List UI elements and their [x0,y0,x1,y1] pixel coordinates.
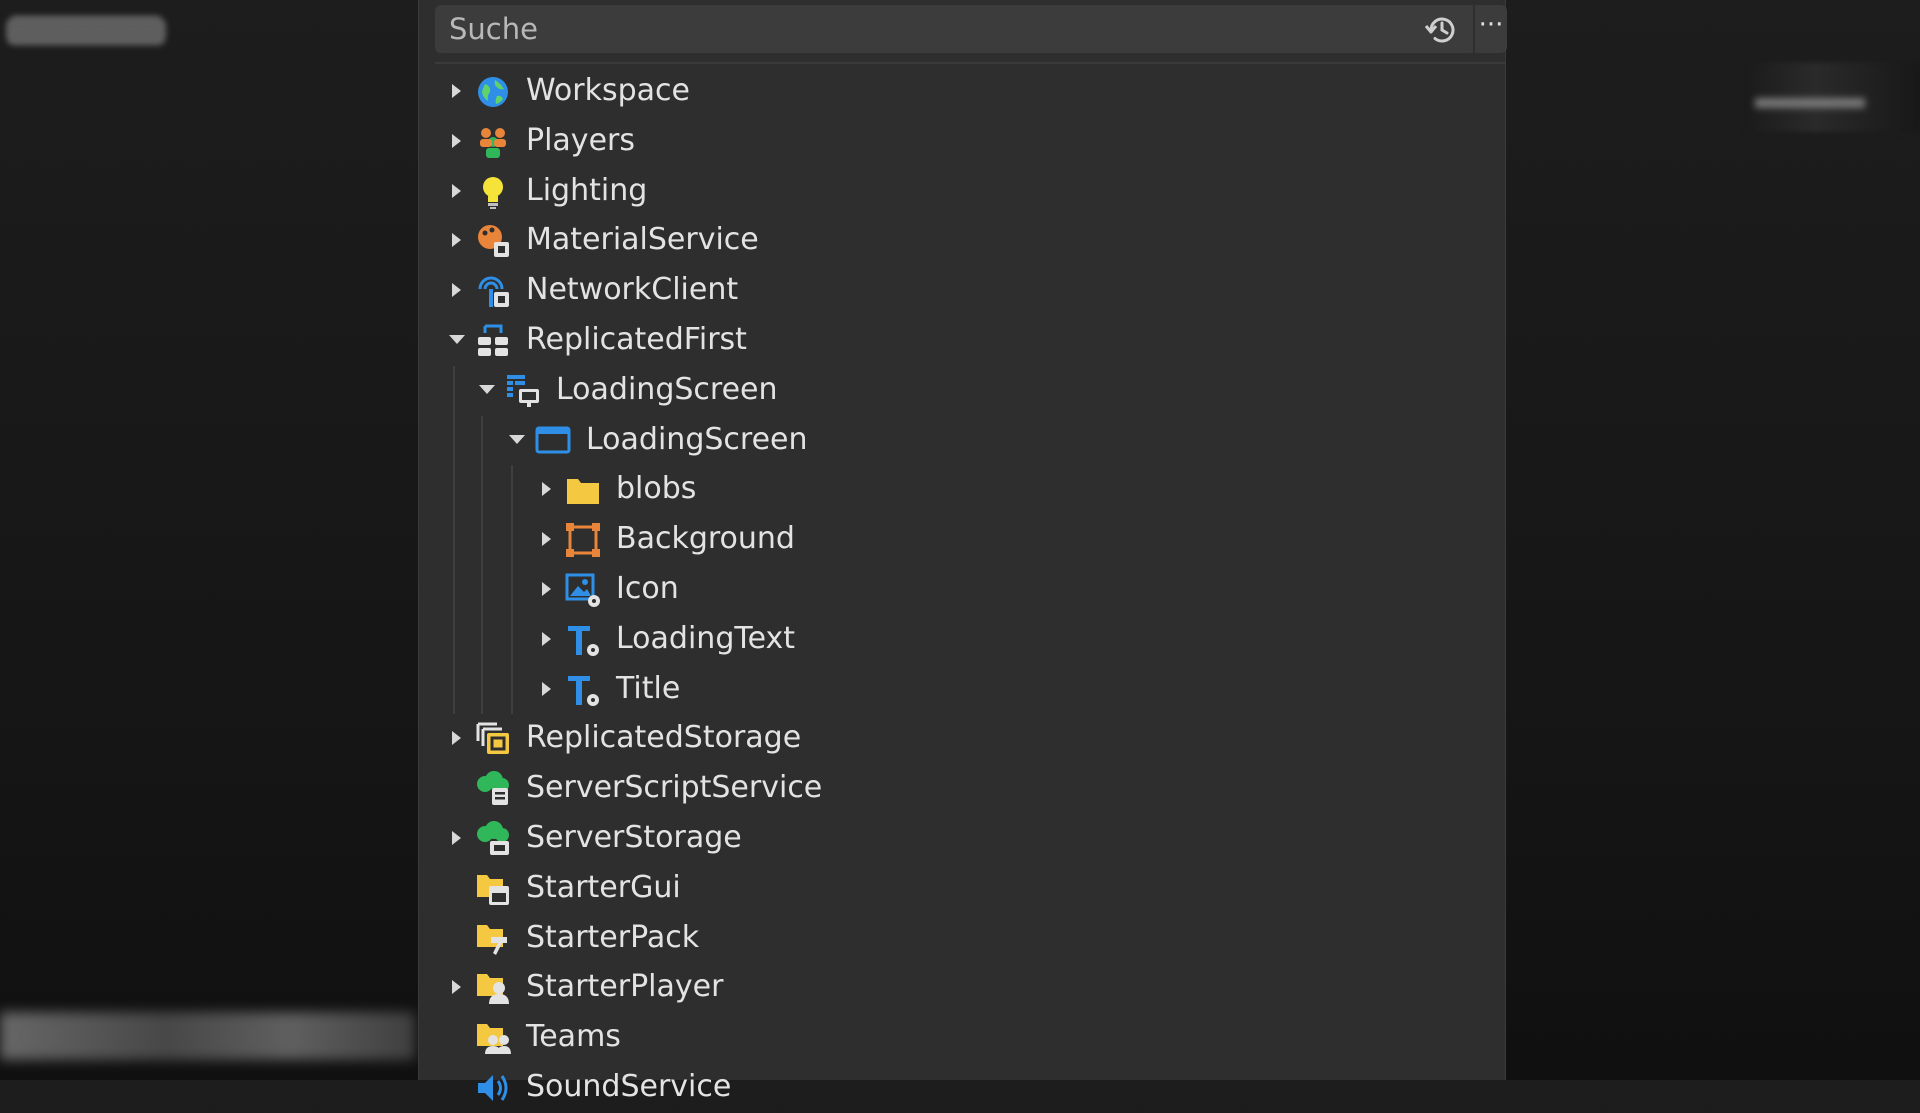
tree-item-label: ServerScriptService [526,770,823,806]
tree-item-label: ServerStorage [526,819,742,855]
search-input[interactable] [435,5,1395,53]
explorer-tree: Workspace Players Lighting MaterialService N… [419,67,1505,1113]
search-bar [435,5,1477,53]
tree-item-label: Lighting [526,172,648,208]
header-separator [435,62,1505,64]
tree-item-loadingscreen[interactable]: LoadingScreen [419,366,1505,416]
tree-item-background[interactable]: Background [419,515,1505,565]
tree-item-label: StarterPack [526,919,700,955]
tree-item-replicatedstorage[interactable]: ReplicatedStorage [419,714,1505,764]
image-label-icon [565,572,601,608]
tree-item-label: MaterialService [526,222,759,258]
expand-arrow-down-icon[interactable] [445,316,469,366]
expand-arrow-right-icon[interactable] [445,714,469,764]
tree-item-label: StarterGui [526,869,681,905]
replicated-storage-icon [475,721,511,757]
more-options-button[interactable]: ··· [1475,5,1507,53]
tree-item-serverstorage[interactable]: ServerStorage [419,814,1505,864]
tree-item-label: LoadingText [616,620,796,656]
tree-item-loadingscreen[interactable]: LoadingScreen [419,416,1505,466]
tree-item-label: StarterPlayer [526,969,724,1005]
tree-item-serverscriptservice[interactable]: ServerScriptService [419,764,1505,814]
tree-item-starterpack[interactable]: StarterPack [419,914,1505,964]
tree-item-label: NetworkClient [526,272,739,308]
expand-arrow-right-icon[interactable] [445,67,469,117]
tree-indent-guide [453,365,455,715]
tree-item-label: SoundService [526,1068,732,1104]
frame-icon [535,423,571,459]
starter-player-icon [475,970,511,1006]
starter-gui-icon [475,871,511,907]
text-label-icon [565,672,601,708]
expand-arrow-down-icon[interactable] [475,366,499,416]
blurred-background-widget [1745,62,1920,132]
folder-icon [565,472,601,508]
tree-item-label: Teams [526,1019,621,1055]
tree-item-startergui[interactable]: StarterGui [419,864,1505,914]
tree-item-label: Background [616,521,795,557]
tree-item-label: Players [526,122,635,158]
tree-item-loadingtext[interactable]: LoadingText [419,615,1505,665]
tree-item-label: LoadingScreen [556,371,778,407]
expand-arrow-right-icon[interactable] [445,216,469,266]
tree-item-soundservice[interactable]: SoundService [419,1063,1505,1113]
expand-arrow-right-icon[interactable] [445,814,469,864]
expand-arrow-right-icon[interactable] [535,465,559,515]
tree-item-icon[interactable]: Icon [419,565,1505,615]
expand-arrow-right-icon[interactable] [535,515,559,565]
history-icon[interactable] [1423,11,1461,49]
expand-arrow-right-icon[interactable] [445,266,469,316]
tree-item-workspace[interactable]: Workspace [419,67,1505,117]
tree-item-label: ReplicatedFirst [526,321,747,357]
tree-item-networkclient[interactable]: NetworkClient [419,266,1505,316]
starter-pack-icon [475,921,511,957]
tree-item-label: ReplicatedStorage [526,720,802,756]
tree-item-label: Workspace [526,73,690,108]
material-service-icon [475,223,511,259]
text-label-icon [565,622,601,658]
expand-arrow-down-icon[interactable] [505,416,529,466]
sound-service-icon [475,1070,511,1106]
tree-item-label: blobs [616,471,697,507]
tree-item-label: LoadingScreen [586,421,808,457]
expand-arrow-right-icon[interactable] [535,565,559,615]
tree-item-blobs[interactable]: blobs [419,465,1505,515]
frame-selection-icon [565,522,601,558]
tree-item-label: Title [616,670,681,706]
server-storage-icon [475,820,511,857]
tree-item-title[interactable]: Title [419,665,1505,715]
tree-indent-guide [511,465,513,715]
tree-item-teams[interactable]: Teams [419,1013,1505,1063]
blurred-background-text [6,16,166,46]
expand-arrow-right-icon[interactable] [535,665,559,715]
expand-arrow-right-icon[interactable] [445,117,469,167]
expand-arrow-right-icon[interactable] [445,167,469,217]
screen-gui-icon [505,373,541,409]
expand-arrow-right-icon[interactable] [445,963,469,1013]
tree-item-label: Icon [616,570,679,606]
workspace-globe-icon [475,74,511,110]
lightbulb-icon [475,174,511,210]
network-client-icon [475,273,511,309]
teams-icon [475,1020,511,1056]
blurred-background-caption [0,1012,415,1060]
tree-item-replicatedfirst[interactable]: ReplicatedFirst [419,316,1505,366]
tree-item-players[interactable]: Players [419,117,1505,167]
tree-item-materialservice[interactable]: MaterialService [419,216,1505,266]
players-icon [475,124,511,160]
replicated-first-icon [475,323,511,359]
tree-item-starterplayer[interactable]: StarterPlayer [419,963,1505,1013]
expand-arrow-right-icon[interactable] [535,615,559,665]
tree-item-lighting[interactable]: Lighting [419,167,1505,217]
tree-indent-guide [481,415,483,715]
explorer-panel: ··· Workspace Players Lighting MaterialServ… [418,0,1507,1104]
server-script-service-icon [475,771,511,807]
